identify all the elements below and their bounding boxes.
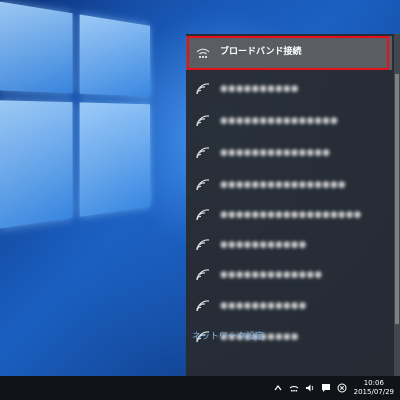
scroll-thumb[interactable] xyxy=(395,74,399,324)
wifi-icon xyxy=(196,115,210,127)
wifi-icon xyxy=(196,179,210,191)
network-item-label: ●●●●●●●●●●●●●●●●●● xyxy=(220,210,362,220)
network-item[interactable]: ●●●●●●●●●●●●●●●● xyxy=(186,170,392,200)
logo-pane xyxy=(79,14,151,97)
flyout-scrollbar[interactable] xyxy=(394,34,400,376)
taskbar-clock[interactable]: 10:06 2015/07/29 xyxy=(354,379,394,397)
network-item-label: ●●●●●●●●●●●●● xyxy=(220,270,323,280)
wifi-icon xyxy=(196,300,210,312)
network-icon[interactable] xyxy=(289,383,299,393)
network-item[interactable]: ●●●●●●●●●●●●● xyxy=(186,260,392,290)
network-item[interactable]: ●●●●●●●●●●● xyxy=(186,230,392,260)
network-item-label: ●●●●●●●●●●●●●● xyxy=(220,148,330,158)
network-flyout: ブロードバンド接続 ●●●●●●●●●● ●●●●●●●●●●●●●●● ●●●… xyxy=(186,34,400,376)
action-center-icon[interactable] xyxy=(321,383,331,393)
wifi-icon xyxy=(196,83,210,95)
wifi-icon xyxy=(196,147,210,159)
system-tray: 10:06 2015/07/29 xyxy=(270,376,400,400)
highlight-box xyxy=(187,36,389,70)
network-item[interactable]: ●●●●●●●●●●●●●●●●●● xyxy=(186,200,392,230)
network-item-label: ●●●●●●●●●●●●●●●● xyxy=(220,180,346,190)
logo-pane xyxy=(79,102,151,217)
network-item[interactable]: ●●●●●●●●●●●●●● xyxy=(186,138,392,168)
close-circle-icon[interactable] xyxy=(337,383,347,393)
taskbar: 10:06 2015/07/29 xyxy=(0,376,400,400)
clock-date: 2015/07/29 xyxy=(353,388,394,396)
network-item[interactable]: ●●●●●●●●●●●●●●● xyxy=(186,106,392,136)
windows-logo xyxy=(0,0,156,250)
logo-pane xyxy=(0,100,73,229)
network-item-label: ●●●●●●●●●●● xyxy=(220,240,307,250)
clock-time: 10:06 xyxy=(363,379,384,387)
network-item[interactable]: ●●●●●●●●●●● xyxy=(186,291,392,321)
network-item[interactable]: ●●●●●●●●●● xyxy=(186,74,392,104)
network-settings-link[interactable]: ネットワーク設定 xyxy=(192,329,264,342)
wifi-icon xyxy=(196,239,210,251)
network-item-label: ●●●●●●●●●● xyxy=(220,84,299,94)
network-item-label: ●●●●●●●●●●●●●●● xyxy=(220,116,338,126)
network-item-label: ●●●●●●●●●●● xyxy=(220,301,307,311)
logo-pane xyxy=(0,1,73,94)
wifi-icon xyxy=(196,209,210,221)
wifi-icon xyxy=(196,269,210,281)
chevron-up-icon[interactable] xyxy=(273,383,283,393)
volume-icon[interactable] xyxy=(305,383,315,393)
